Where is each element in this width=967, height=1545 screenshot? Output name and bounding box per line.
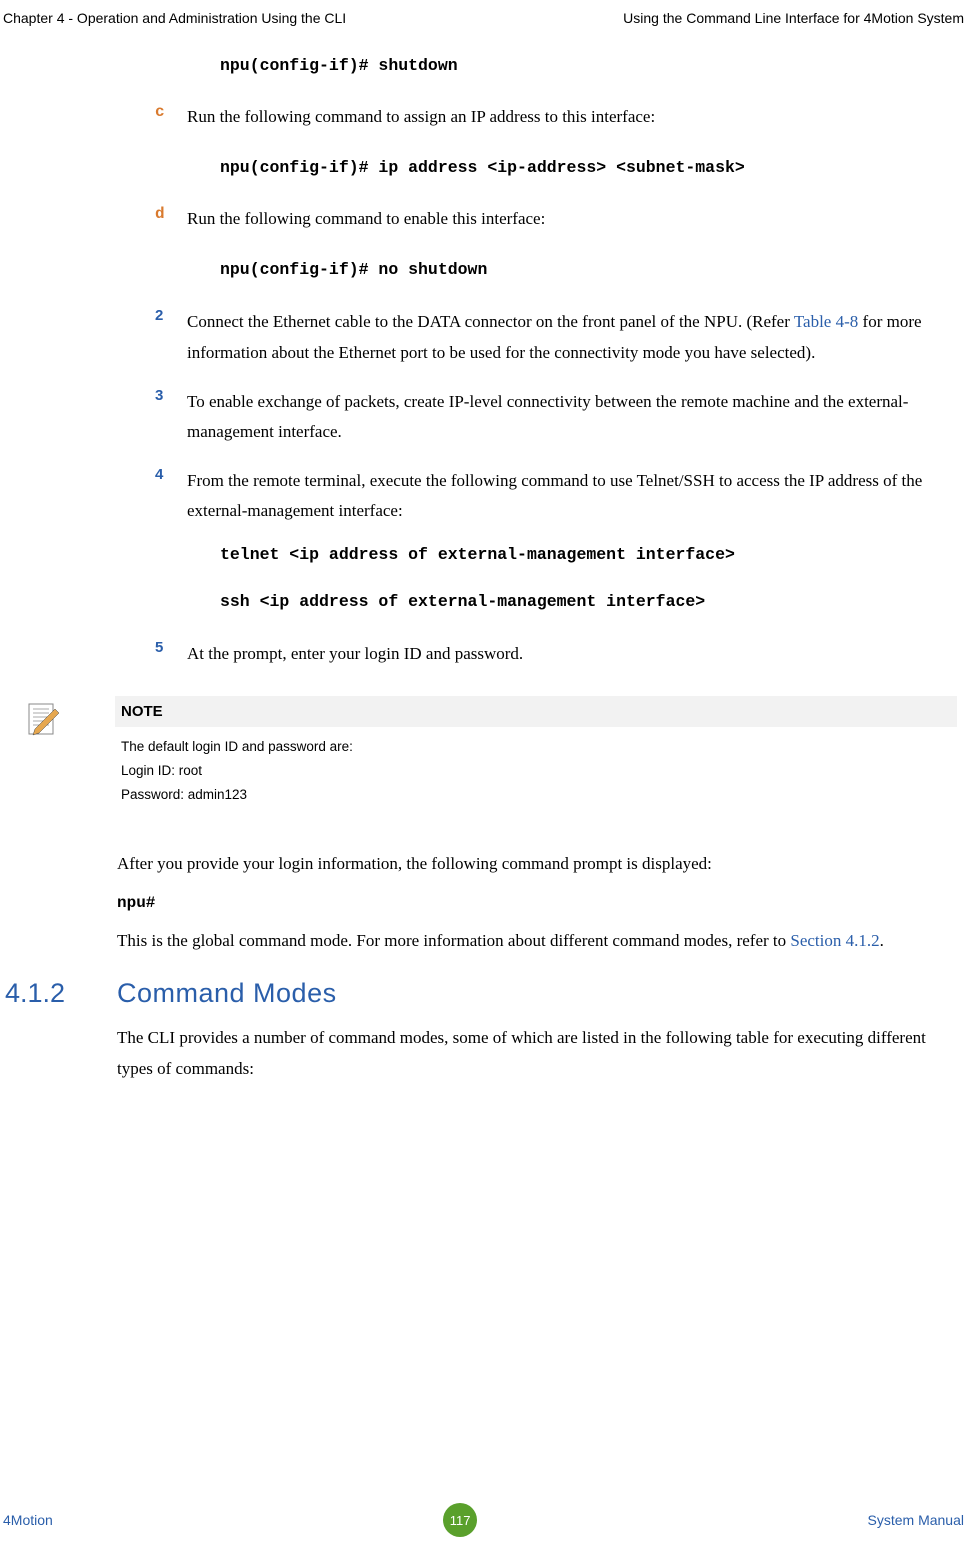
section-text: The CLI provides a number of command mod… — [117, 1023, 962, 1084]
note-title: NOTE — [121, 703, 163, 720]
num-3: 3 — [155, 387, 187, 448]
note-line3: Password: admin123 — [121, 785, 951, 805]
header-left: Chapter 4 - Operation and Administration… — [3, 10, 346, 26]
footer-left: 4Motion — [3, 1512, 53, 1528]
footer-right: System Manual — [868, 1512, 964, 1528]
num-text-3: To enable exchange of packets, create IP… — [187, 387, 962, 448]
section-number: 4.1.2 — [5, 978, 117, 1009]
command-ipaddress: npu(config-if)# ip address <ip-address> … — [220, 158, 962, 177]
sub-text-d: Run the following command to enable this… — [187, 205, 545, 232]
num-2: 2 — [155, 307, 187, 368]
command-shutdown: npu(config-if)# shutdown — [220, 56, 962, 75]
note-header: NOTE — [115, 696, 957, 727]
num-item-3: 3 To enable exchange of packets, create … — [155, 387, 962, 448]
sub-item-c: c Run the following command to assign an… — [155, 103, 962, 130]
section-title: Command Modes — [117, 978, 337, 1009]
page-content: npu(config-if)# shutdown c Run the follo… — [0, 26, 967, 1085]
note-body: The default login ID and password are: L… — [115, 727, 957, 820]
body-p1: After you provide your login information… — [117, 849, 962, 880]
body-p2-pre: This is the global command mode. For mor… — [117, 931, 790, 950]
page-number: 117 — [443, 1503, 477, 1537]
command-ssh: ssh <ip address of external-management i… — [220, 592, 962, 611]
sub-item-d: d Run the following command to enable th… — [155, 205, 962, 232]
num-item-5: 5 At the prompt, enter your login ID and… — [155, 639, 962, 670]
body-p2-post: . — [880, 931, 884, 950]
sub-letter-d: d — [155, 205, 187, 232]
sub-text-c: Run the following command to assign an I… — [187, 103, 655, 130]
note-icon — [25, 701, 61, 741]
section-link[interactable]: Section 4.1.2 — [790, 931, 879, 950]
command-noshutdown: npu(config-if)# no shutdown — [220, 260, 962, 279]
num-text-5: At the prompt, enter your login ID and p… — [187, 639, 523, 670]
header-right: Using the Command Line Interface for 4Mo… — [623, 10, 964, 26]
command-telnet: telnet <ip address of external-managemen… — [220, 545, 962, 564]
npu-prompt: npu# — [117, 894, 962, 912]
note-line2: Login ID: root — [121, 761, 951, 781]
body-p2: This is the global command mode. For mor… — [117, 926, 962, 957]
num-5: 5 — [155, 639, 187, 670]
page-header: Chapter 4 - Operation and Administration… — [0, 10, 967, 26]
num-item-4: 4 From the remote terminal, execute the … — [155, 466, 962, 527]
table-link[interactable]: Table 4-8 — [794, 312, 858, 331]
note-line1: The default login ID and password are: — [121, 737, 951, 757]
num-item-2: 2 Connect the Ethernet cable to the DATA… — [155, 307, 962, 368]
sub-letter-c: c — [155, 103, 187, 130]
num-2-pre: Connect the Ethernet cable to the DATA c… — [187, 312, 794, 331]
note-block: NOTE The default login ID and password a… — [115, 696, 957, 820]
section-heading: 4.1.2 Command Modes — [5, 978, 962, 1009]
page-footer: 4Motion 117 System Manual — [0, 1503, 967, 1537]
num-4: 4 — [155, 466, 187, 527]
num-text-4: From the remote terminal, execute the fo… — [187, 466, 962, 527]
num-text-2: Connect the Ethernet cable to the DATA c… — [187, 307, 962, 368]
